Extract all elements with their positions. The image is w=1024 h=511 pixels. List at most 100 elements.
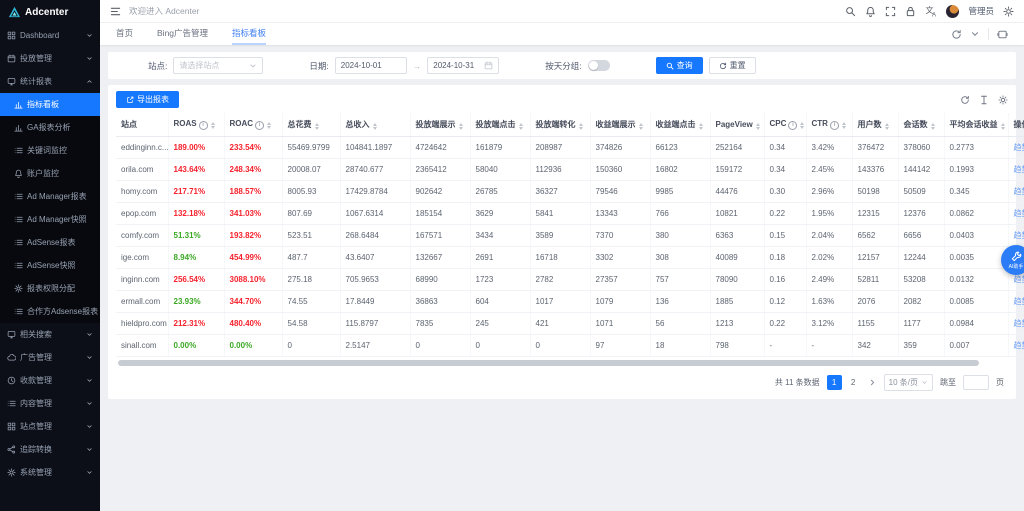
sidebar-item-label: 内容管理	[20, 398, 52, 409]
page-number-2[interactable]: 2	[846, 375, 861, 390]
trend-link[interactable]: 趋势	[1014, 275, 1024, 284]
row-height-icon[interactable]	[979, 95, 989, 105]
column-header[interactable]: PageView	[710, 113, 764, 137]
sidebar-item-广告管理[interactable]: 广告管理	[0, 346, 100, 369]
column-header[interactable]: CTRi	[806, 113, 852, 137]
column-header[interactable]: 收益端点击	[650, 113, 710, 137]
trend-link[interactable]: 趋势	[1014, 231, 1024, 240]
column-header[interactable]: 用户数	[852, 113, 898, 137]
tab-指标看板[interactable]: 指标看板	[232, 23, 266, 45]
sidebar-item-系统管理[interactable]: 系统管理	[0, 461, 100, 484]
column-header[interactable]: ROACi	[224, 113, 282, 137]
column-header[interactable]: 投放端转化	[530, 113, 590, 137]
sidebar-item-报表权限分配[interactable]: 报表权限分配	[0, 277, 100, 300]
sidebar-item-内容管理[interactable]: 内容管理	[0, 392, 100, 415]
sidebar-item-账户监控[interactable]: 账户监控	[0, 162, 100, 185]
sidebar-item-收款管理[interactable]: 收款管理	[0, 369, 100, 392]
gear-icon[interactable]	[998, 95, 1008, 105]
ai-assistant-button[interactable]: AI助手	[1001, 245, 1024, 275]
info-icon[interactable]: i	[788, 121, 797, 130]
reset-button[interactable]: 重置	[709, 57, 756, 74]
sort-icon[interactable]	[639, 123, 643, 130]
search-icon[interactable]	[845, 6, 856, 17]
trend-link[interactable]: 趋势	[1014, 143, 1024, 152]
bell-icon[interactable]	[865, 6, 876, 17]
sidebar-item-追踪转换[interactable]: 追踪转换	[0, 438, 100, 461]
sort-icon[interactable]	[931, 123, 935, 130]
info-icon[interactable]: i	[830, 121, 839, 130]
sort-icon[interactable]	[459, 123, 463, 130]
cell-站点: orila.com	[116, 159, 168, 181]
sort-icon[interactable]	[800, 122, 804, 129]
date-to-input[interactable]: 2024-10-31	[427, 57, 499, 74]
export-report-button[interactable]: 导出报表	[116, 91, 179, 108]
sidebar-item-投放管理[interactable]: 投放管理	[0, 47, 100, 70]
page-size-select[interactable]: 10 条/页	[884, 374, 933, 391]
sidebar-item-Dashboard[interactable]: Dashboard	[0, 24, 100, 47]
maximize-icon[interactable]	[997, 29, 1008, 40]
avatar[interactable]	[946, 5, 959, 18]
trend-link[interactable]: 趋势	[1014, 165, 1024, 174]
sidebar-item-统计报表[interactable]: 统计报表	[0, 70, 100, 93]
sort-icon[interactable]	[519, 123, 523, 130]
sidebar-item-合作方Adsense报表[interactable]: 合作方Adsense报表	[0, 300, 100, 323]
refresh-icon[interactable]	[951, 29, 962, 40]
site-select[interactable]: 请选择站点	[173, 57, 263, 74]
sort-icon[interactable]	[315, 123, 319, 130]
column-header[interactable]: 收益端展示	[590, 113, 650, 137]
column-header[interactable]: 投放端展示	[410, 113, 470, 137]
cell-收益端点击: 380	[650, 225, 710, 247]
column-header[interactable]: 会话数	[898, 113, 944, 137]
column-label: 操作	[1014, 120, 1024, 129]
jump-page-input[interactable]	[963, 375, 989, 390]
translate-icon[interactable]: 文A	[925, 5, 937, 17]
sidebar-item-相关搜索[interactable]: 相关搜索	[0, 323, 100, 346]
trend-link[interactable]: 趋势	[1014, 209, 1024, 218]
next-page-button[interactable]	[868, 378, 877, 387]
sort-icon[interactable]	[267, 122, 271, 129]
chevron-down-icon[interactable]	[970, 29, 980, 39]
column-header[interactable]: ROASi	[168, 113, 224, 137]
sidebar-item-AdSense报表[interactable]: AdSense报表	[0, 231, 100, 254]
sort-icon[interactable]	[756, 123, 760, 130]
sidebar-item-GA报表分析[interactable]: GA报表分析	[0, 116, 100, 139]
trend-link[interactable]: 趋势	[1014, 319, 1024, 328]
sidebar-item-AdSense快照[interactable]: AdSense快照	[0, 254, 100, 277]
sort-icon[interactable]	[211, 122, 215, 129]
fullscreen-icon[interactable]	[885, 6, 896, 17]
hamburger-menu-icon[interactable]	[110, 6, 121, 17]
gear-icon[interactable]	[1003, 6, 1014, 17]
column-header[interactable]: CPCi	[764, 113, 806, 137]
trend-link[interactable]: 趋势	[1014, 341, 1024, 350]
date-from-input[interactable]: 2024-10-01	[335, 57, 407, 74]
tab-首页[interactable]: 首页	[116, 23, 133, 45]
sort-icon[interactable]	[699, 123, 703, 130]
cell-PageView: 78090	[710, 269, 764, 291]
sort-icon[interactable]	[885, 123, 889, 130]
column-header[interactable]: 总收入	[340, 113, 410, 137]
search-icon	[666, 62, 674, 70]
search-button[interactable]: 查询	[656, 57, 703, 74]
column-header[interactable]: 投放端点击	[470, 113, 530, 137]
sidebar-item-指标看板[interactable]: 指标看板	[0, 93, 100, 116]
page-number-1[interactable]: 1	[827, 375, 842, 390]
column-header[interactable]: 总花费	[282, 113, 340, 137]
info-icon[interactable]: i	[255, 121, 264, 130]
sort-icon[interactable]	[373, 123, 377, 130]
sidebar-item-站点管理[interactable]: 站点管理	[0, 415, 100, 438]
tab-Bing广告管理[interactable]: Bing广告管理	[157, 23, 208, 45]
sort-icon[interactable]	[579, 123, 583, 130]
sort-icon[interactable]	[1001, 123, 1005, 130]
sort-icon[interactable]	[842, 122, 846, 129]
column-header[interactable]: 平均会话收益	[944, 113, 1008, 137]
refresh-icon[interactable]	[960, 95, 970, 105]
info-icon[interactable]: i	[199, 121, 208, 130]
lock-icon[interactable]	[905, 6, 916, 17]
trend-link[interactable]: 趋势	[1014, 187, 1024, 196]
sidebar-item-关键词监控[interactable]: 关键词监控	[0, 139, 100, 162]
trend-link[interactable]: 趋势	[1014, 297, 1024, 306]
group-by-day-toggle[interactable]	[588, 60, 610, 71]
sidebar-item-Ad Manager报表[interactable]: Ad Manager报表	[0, 185, 100, 208]
logo: Adcenter	[0, 0, 100, 24]
sidebar-item-Ad Manager快照[interactable]: Ad Manager快照	[0, 208, 100, 231]
